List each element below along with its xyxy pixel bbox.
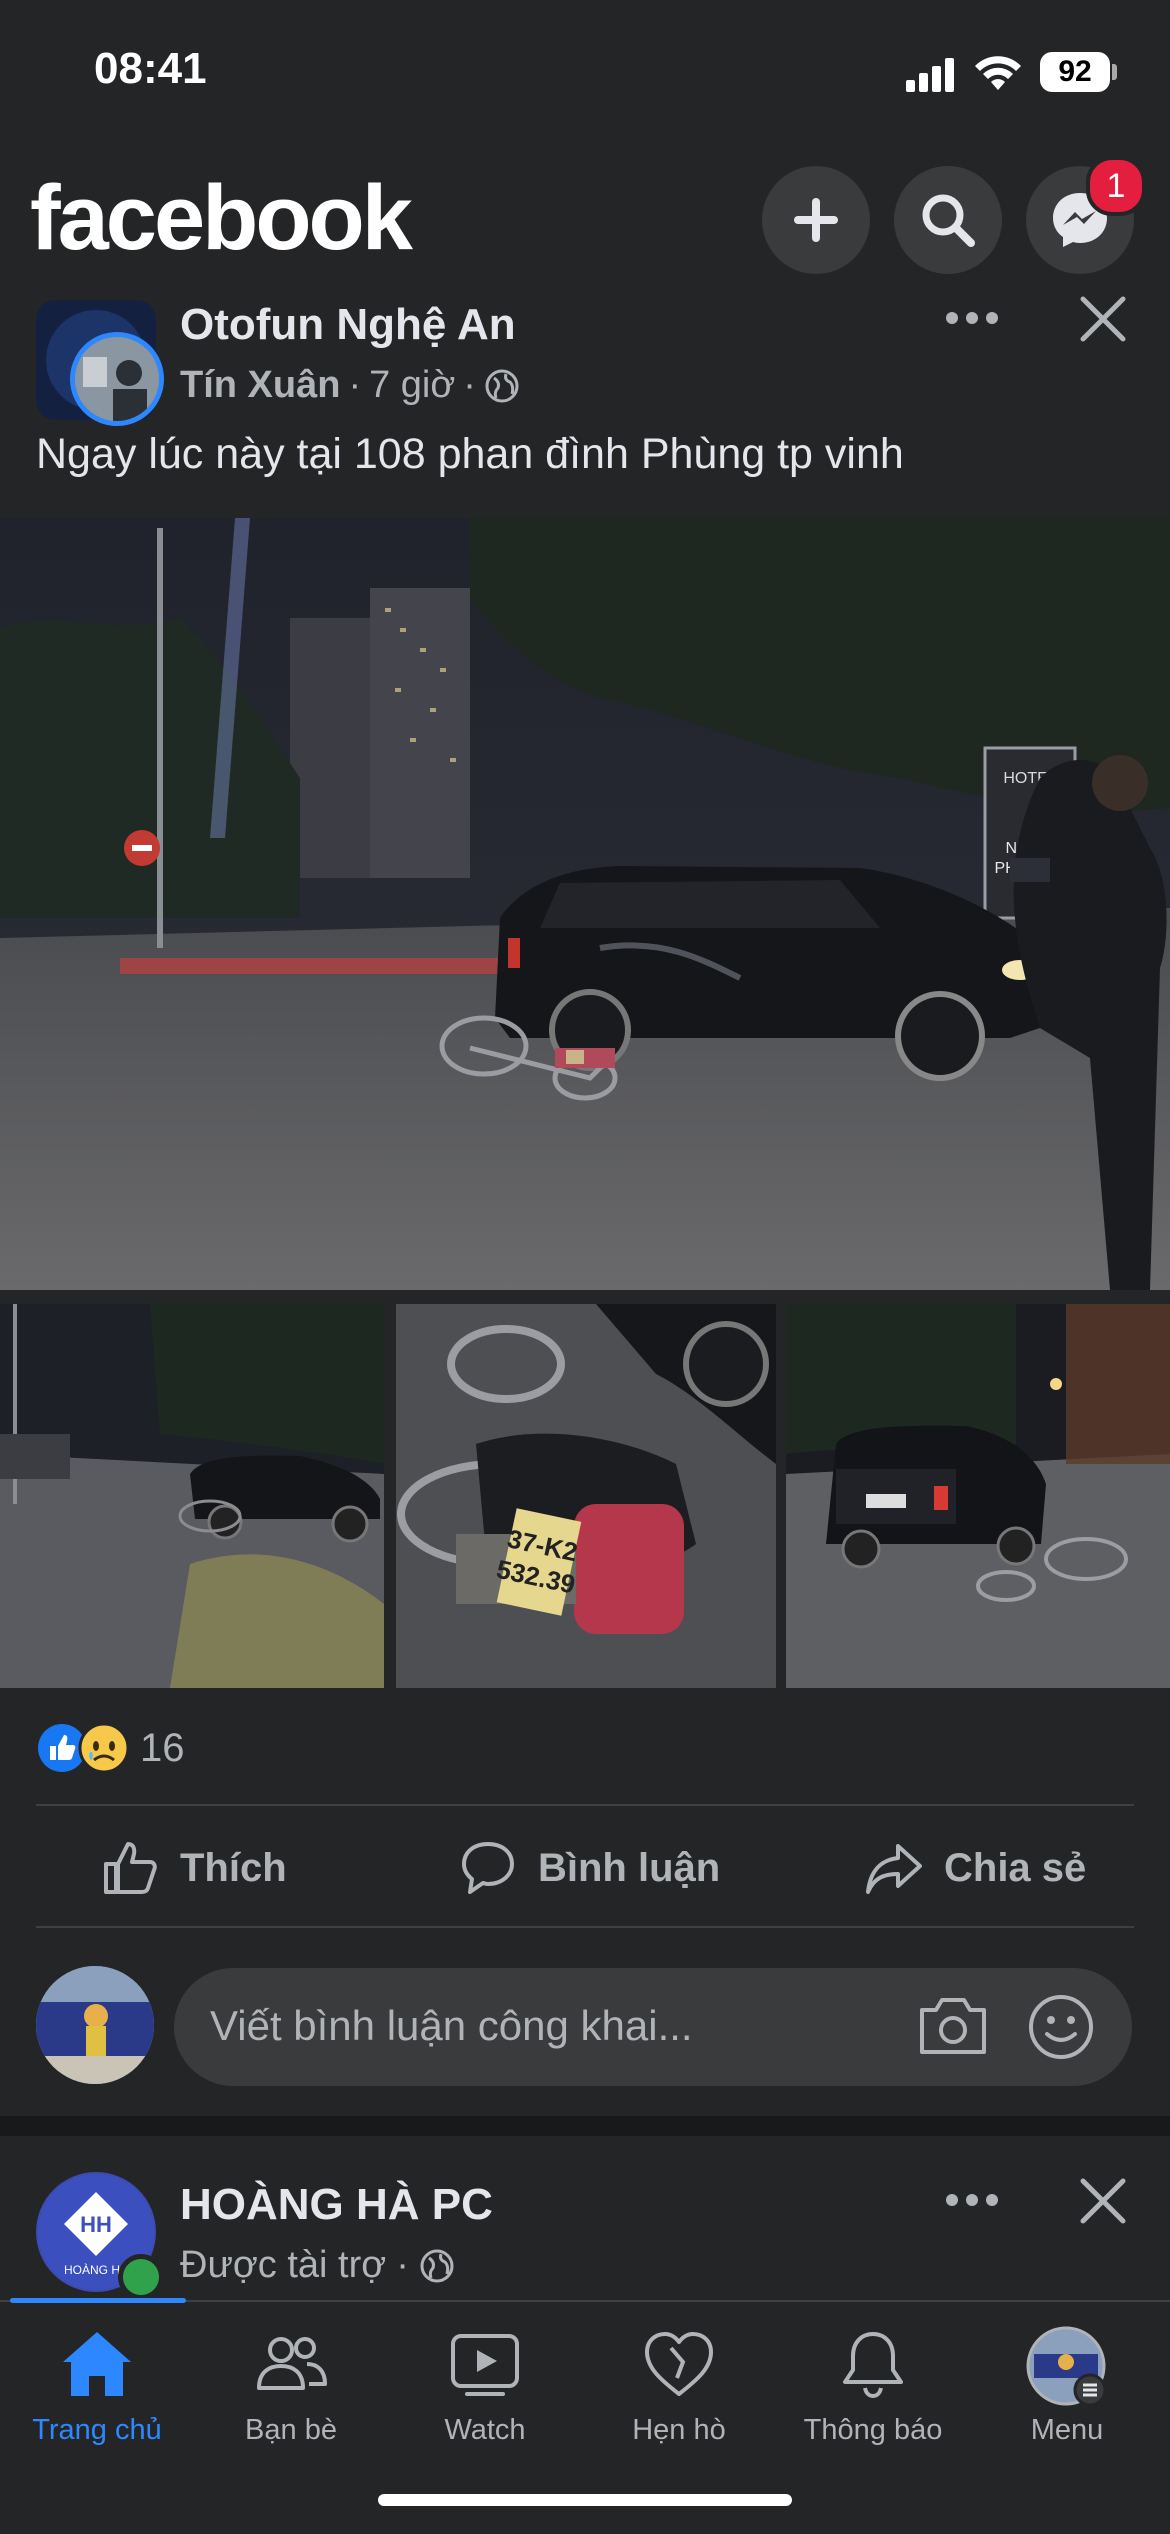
thumbs-up-icon [104,1842,157,1894]
post-time[interactable]: 7 giờ [369,364,455,407]
comment-icon [462,1842,514,1894]
facebook-logo[interactable]: facebook [30,166,413,271]
nav-dating-label: Hẹn hò [632,2414,726,2446]
share-icon [866,1844,922,1894]
divider [36,1804,1134,1806]
friends-icon [257,2337,327,2390]
more-options-icon[interactable] [944,2188,1000,2212]
sad-reaction-icon [78,1722,130,1774]
meta-dot: · [348,364,362,406]
nav-friends[interactable]: Bạn bè [194,2326,388,2447]
post-page-name[interactable]: Otofun Nghệ An [180,300,516,350]
post-author[interactable]: Tín Xuân [180,364,340,407]
online-status-dot [118,2254,164,2300]
menu-avatar-icon [1026,2326,1107,2407]
globe-icon [420,2249,454,2282]
nav-menu[interactable]: Menu [970,2326,1164,2447]
close-icon[interactable] [1078,2176,1128,2226]
like-label: Thích [180,1845,287,1890]
create-button[interactable] [762,166,870,274]
bell-icon [843,2332,903,2399]
meta-dot: · [463,364,476,406]
post-photo-thumb-1[interactable] [0,1304,384,1688]
notification-badge: 1 [1086,156,1146,216]
nav-home-label: Trang chủ [32,2414,162,2446]
like-button[interactable]: Thích [100,1830,287,1906]
post-photo-thumb-2[interactable]: 37-K2532.39 [396,1304,780,1688]
post-meta: Tín Xuân · 7 giờ · [180,364,520,407]
sponsor-meta: Được tài trợ · [180,2244,455,2287]
share-button[interactable]: Chia sẻ [864,1830,1086,1906]
dating-icon [645,2332,713,2396]
meta-dot: · [396,2244,409,2286]
comment-placeholder: Viết bình luận công khai... [210,2002,693,2049]
plus-icon [794,198,838,242]
post-photo-main[interactable]: HOTEL NHÔMPHÚ LÂM [0,518,1170,1290]
nav-menu-label: Menu [1030,2414,1104,2446]
status-time: 08:41 [94,44,207,93]
battery-nub [1112,64,1117,80]
feed-separator [0,2116,1170,2136]
battery-indicator: 92 [1040,52,1110,92]
home-indicator[interactable] [378,2494,792,2506]
divider [36,1926,1134,1928]
reaction-count: 16 [140,1725,185,1770]
more-options-icon[interactable] [944,306,1000,330]
author-avatar[interactable] [70,332,164,426]
comment-button[interactable]: Bình luận [458,1830,720,1906]
nav-dating[interactable]: Hẹn hò [582,2326,776,2447]
nav-home[interactable]: Trang chủ [0,2326,194,2447]
nav-notifications[interactable]: Thông báo [776,2326,970,2447]
camera-icon[interactable] [916,1994,990,2058]
home-icon [63,2332,131,2396]
nav-notifications-label: Thông báo [803,2414,943,2446]
post-text: Ngay lúc này tại 108 phan đình Phùng tp … [36,430,904,478]
nav-watch[interactable]: Watch [388,2326,582,2447]
nav-friends-label: Bạn bè [245,2414,337,2446]
svg-text:HH: HH [80,2212,112,2237]
globe-icon [485,369,519,402]
nav-watch-label: Watch [444,2414,526,2446]
wifi-icon [975,56,1021,90]
comment-label: Bình luận [538,1845,721,1890]
search-icon [922,194,975,247]
sponsor-name[interactable]: HOÀNG HÀ PC [180,2180,493,2230]
sponsored-label[interactable]: Được tài trợ [180,2244,386,2287]
signal-icon [906,58,954,92]
post-photo-thumb-3[interactable] [786,1304,1170,1688]
emoji-icon[interactable] [1026,1992,1096,2062]
current-user-avatar[interactable] [36,1966,154,2084]
reaction-summary[interactable]: 16 [36,1722,185,1774]
search-button[interactable] [894,166,1002,274]
share-label: Chia sẻ [944,1845,1087,1890]
watch-icon [451,2334,519,2396]
active-tab-indicator [10,2298,186,2303]
close-icon[interactable] [1078,294,1128,344]
